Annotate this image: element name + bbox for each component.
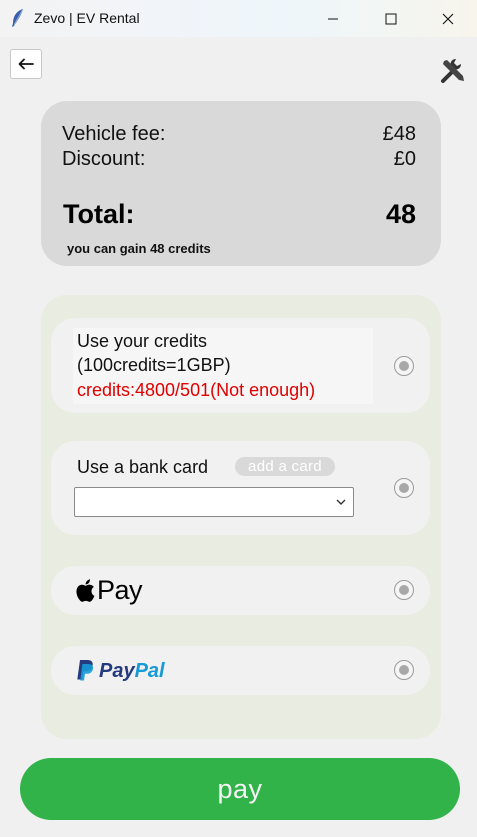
bank-card-label: Use a bank card bbox=[77, 457, 209, 477]
apple-pay-radio[interactable] bbox=[394, 580, 414, 600]
credits-info-box: Use your credits (100credits=1GBP) credi… bbox=[73, 328, 373, 404]
minimize-button[interactable] bbox=[304, 0, 362, 37]
tools-icon[interactable] bbox=[438, 56, 468, 86]
fee-summary-card: Vehicle fee: £48 Discount: £0 Total: 48 … bbox=[41, 101, 441, 266]
total-value: 48 bbox=[385, 199, 416, 229]
apple-pay-logo: Pay bbox=[75, 574, 143, 605]
paypal-icon bbox=[77, 660, 94, 681]
minimize-icon bbox=[328, 18, 338, 19]
maximize-button[interactable] bbox=[362, 0, 420, 37]
window-title: Zevo | EV Rental bbox=[34, 10, 140, 26]
paypal-text-pal: Pal bbox=[134, 659, 165, 682]
total-label: Total: bbox=[63, 199, 135, 229]
feather-icon bbox=[12, 8, 24, 27]
bank-card-option[interactable]: Use a bank card add a card bbox=[51, 441, 430, 535]
bank-card-radio[interactable] bbox=[394, 478, 414, 498]
payment-options-panel: Use your credits (100credits=1GBP) credi… bbox=[41, 295, 441, 739]
apple-pay-option[interactable]: Pay bbox=[51, 566, 430, 615]
paypal-logo: Pay Pal bbox=[75, 659, 165, 683]
credits-option[interactable]: Use your credits (100credits=1GBP) credi… bbox=[51, 318, 430, 413]
title-bar: Zevo | EV Rental bbox=[0, 0, 477, 37]
discount-value: £0 bbox=[393, 148, 416, 170]
paypal-radio[interactable] bbox=[394, 660, 414, 680]
apple-icon bbox=[76, 578, 95, 602]
vehicle-fee-label: Vehicle fee: bbox=[62, 123, 166, 145]
apple-pay-text: Pay bbox=[97, 574, 143, 605]
chevron-down-icon bbox=[336, 499, 346, 505]
vehicle-fee-value: £48 bbox=[382, 123, 416, 145]
arrow-left-icon bbox=[18, 58, 34, 70]
maximize-icon bbox=[385, 13, 397, 24]
credits-rate: (100credits=1GBP) bbox=[77, 355, 231, 375]
discount-label: Discount: bbox=[62, 148, 146, 170]
add-card-button[interactable]: add a card bbox=[235, 457, 335, 476]
credits-option-title: Use your credits bbox=[77, 331, 208, 351]
pay-button[interactable]: pay bbox=[20, 758, 460, 820]
credits-status: credits:4800/501(Not enough) bbox=[77, 380, 316, 400]
paypal-text-pay: Pay bbox=[99, 659, 135, 682]
credits-gain-note: you can gain 48 credits bbox=[67, 241, 211, 256]
credits-radio[interactable] bbox=[394, 356, 414, 376]
close-button[interactable] bbox=[419, 0, 477, 37]
back-button[interactable] bbox=[10, 49, 42, 79]
paypal-option[interactable]: Pay Pal bbox=[51, 646, 430, 695]
close-icon bbox=[442, 13, 454, 24]
card-select-dropdown[interactable] bbox=[74, 487, 354, 517]
